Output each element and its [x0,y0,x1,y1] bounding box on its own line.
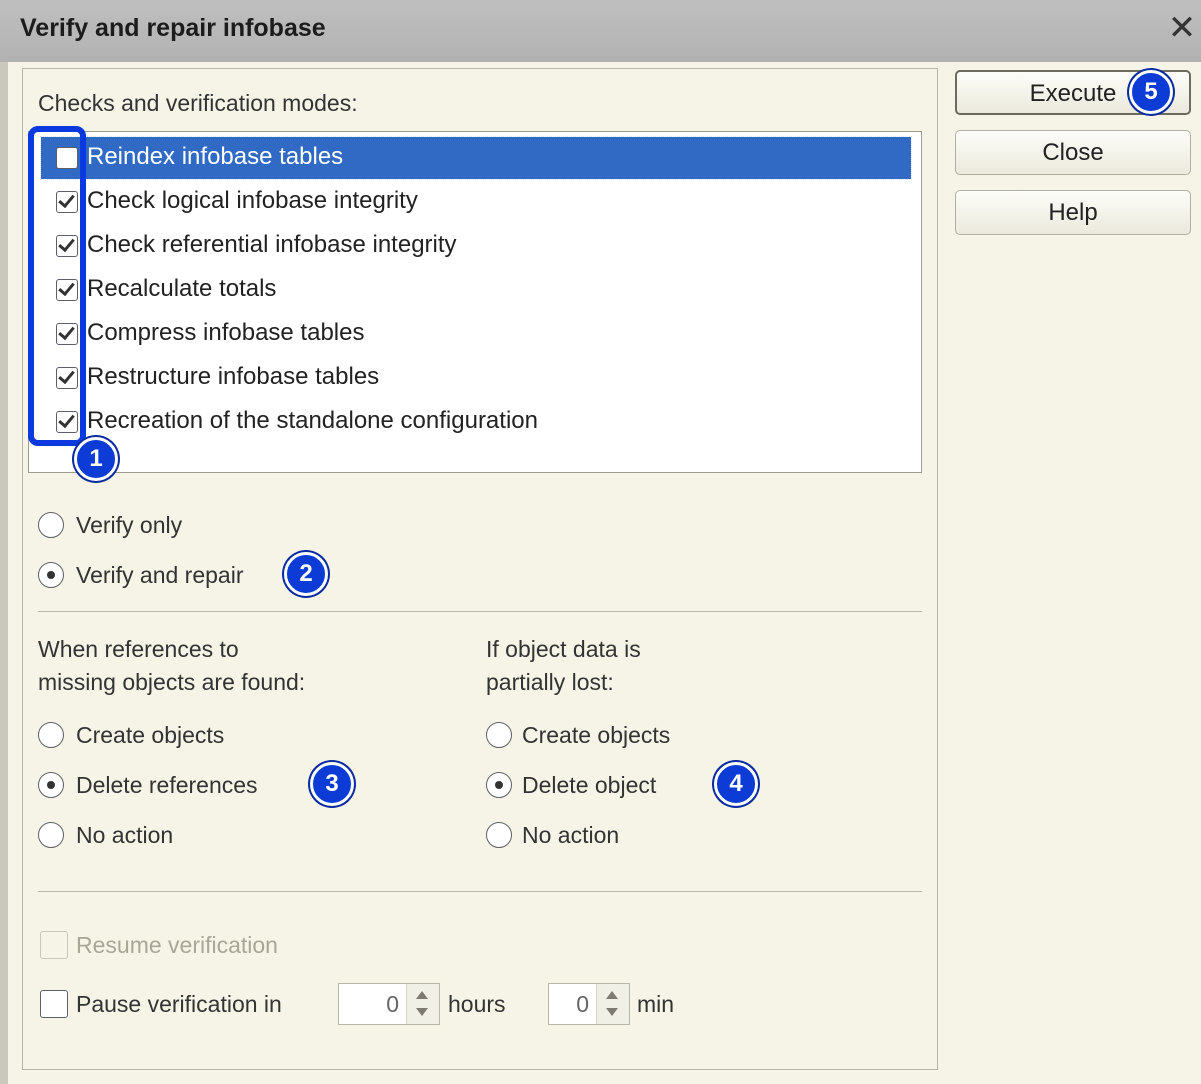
annotation-badge-3: 3 [310,762,354,806]
radio-refs-delete-references-label[interactable]: Delete references [76,771,258,799]
checks-label: Checks and verification modes: [38,90,358,116]
missing-refs-label-line1: When references to [38,636,239,662]
close-button[interactable]: Close [955,130,1191,175]
spin-up-icon[interactable] [416,991,428,999]
radio-refs-delete-references[interactable] [38,772,64,798]
radio-verify-and-repair-label[interactable]: Verify and repair [76,561,243,589]
minutes-spinner[interactable]: 0 [548,983,630,1025]
radio-verify-only-label[interactable]: Verify only [76,511,182,539]
minutes-spin-buttons[interactable] [596,984,629,1024]
minutes-value[interactable]: 0 [576,991,589,1018]
check-item-label: Reindex infobase tables [87,143,344,170]
check-item-compress[interactable]: Compress infobase tables [41,313,911,355]
radio-refs-create-objects-label[interactable]: Create objects [76,721,224,749]
spin-down-icon[interactable] [416,1008,428,1016]
checkbox-pause-verification[interactable] [40,990,68,1018]
resume-verification-label: Resume verification [76,932,278,958]
missing-refs-label-line2: missing objects are found: [38,669,306,695]
radio-loss-no-action-label[interactable]: No action [522,821,619,849]
check-item-logical-integrity[interactable]: Check logical infobase integrity [41,181,911,223]
check-item-label: Compress infobase tables [87,319,365,346]
radio-selected-dot [495,781,503,789]
partial-loss-label-line2: partially lost: [486,669,614,695]
check-item-referential-integrity[interactable]: Check referential infobase integrity [41,225,911,267]
window-left-edge [0,62,8,1084]
close-icon[interactable]: ✕ [1166,8,1198,48]
annotation-badge-4: 4 [714,762,758,806]
radio-selected-dot [47,781,55,789]
radio-loss-no-action[interactable] [486,822,512,848]
hours-spin-buttons[interactable] [406,984,439,1024]
separator [38,611,922,612]
radio-verify-only[interactable] [38,512,64,538]
annotation-badge-1: 1 [74,437,118,481]
check-item-label: Recreation of the standalone configurati… [87,407,538,434]
check-item-restructure[interactable]: Restructure infobase tables [41,357,911,399]
radio-loss-delete-object[interactable] [486,772,512,798]
spin-down-icon[interactable] [606,1008,618,1016]
radio-selected-dot [47,571,55,579]
hours-value[interactable]: 0 [386,991,399,1018]
hours-label: hours [448,991,506,1017]
window-title: Verify and repair infobase [20,14,326,42]
check-item-reindex[interactable]: Reindex infobase tables [40,136,912,180]
pause-verification-label[interactable]: Pause verification in [76,990,282,1018]
check-item-recalculate-totals[interactable]: Recalculate totals [41,269,911,311]
help-button[interactable]: Help [955,190,1191,235]
spin-up-icon[interactable] [606,991,618,999]
annotation-badge-2: 2 [284,552,328,596]
check-item-label: Restructure infobase tables [87,363,380,390]
check-item-label: Check referential infobase integrity [87,231,457,258]
checkbox-resume-verification [40,931,68,959]
hours-spinner[interactable]: 0 [338,983,440,1025]
radio-loss-create-objects[interactable] [486,722,512,748]
radio-refs-create-objects[interactable] [38,722,64,748]
radio-refs-no-action-label[interactable]: No action [76,821,173,849]
annotation-badge-5: 5 [1129,70,1173,114]
checks-list[interactable]: Reindex infobase tables Check logical in… [28,131,922,473]
minutes-label: min [637,991,675,1017]
partial-loss-label-line1: If object data is [486,636,641,662]
check-item-recreate-standalone[interactable]: Recreation of the standalone configurati… [41,401,911,443]
separator [38,891,922,892]
check-item-label: Check logical infobase integrity [87,187,418,214]
checkbox-column-highlight [28,126,86,446]
radio-loss-create-objects-label[interactable]: Create objects [522,721,670,749]
title-bar: Verify and repair infobase ✕ [0,0,1201,62]
radio-verify-and-repair[interactable] [38,562,64,588]
radio-loss-delete-object-label[interactable]: Delete object [522,771,656,799]
check-item-label: Recalculate totals [87,275,277,302]
radio-refs-no-action[interactable] [38,822,64,848]
